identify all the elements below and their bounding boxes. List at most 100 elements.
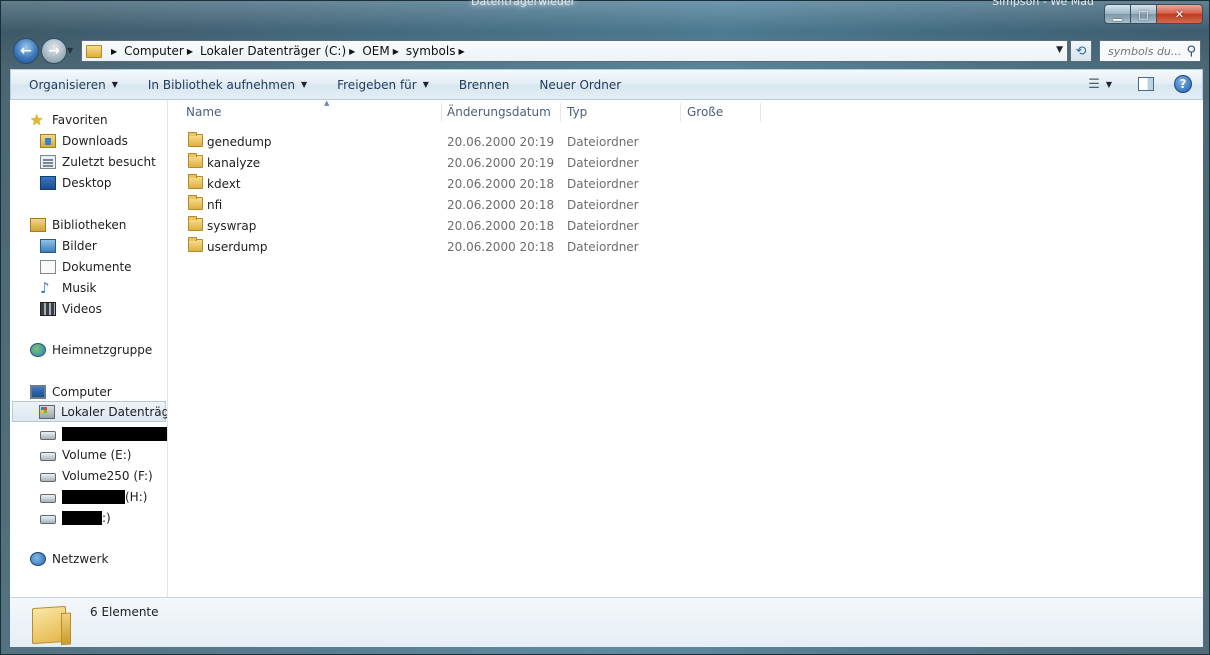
column-header-type[interactable]: Typ	[567, 100, 677, 124]
folder-icon	[188, 237, 203, 252]
nav-desktop[interactable]: Desktop	[40, 172, 112, 193]
downloads-folder-icon	[40, 133, 56, 148]
nav-volume-e[interactable]: Volume (E:)	[40, 444, 131, 465]
network-icon	[30, 551, 46, 566]
pictures-icon	[40, 238, 56, 253]
item-count: 6 Elemente	[90, 605, 159, 619]
back-button[interactable]: ←	[13, 38, 39, 64]
nav-pictures[interactable]: Bilder	[40, 235, 97, 256]
documents-icon	[40, 259, 56, 274]
nav-local-disk[interactable]: Lokaler Datenträger	[12, 401, 167, 422]
minimize-icon: ▁	[1113, 7, 1122, 21]
close-button[interactable]: ✕	[1157, 4, 1203, 24]
share-with-menu[interactable]: Freigeben für ▼	[307, 78, 429, 92]
navigation-pane[interactable]: ★ Favoriten Downloads Zuletzt besucht Des…	[10, 100, 168, 597]
minimize-button[interactable]: ▁	[1104, 4, 1131, 24]
nav-homegroup[interactable]: Heimnetzgruppe	[30, 339, 152, 360]
drive-icon	[40, 515, 56, 524]
nav-drive-redacted-2[interactable]: :)	[40, 507, 111, 528]
file-row[interactable]: genedump 20.06.2000 20:19 Dateiordner	[168, 131, 768, 152]
recent-places-icon	[40, 154, 56, 169]
window-title-background: Simpson - We Mad	[992, 0, 1094, 8]
view-details-icon[interactable]: ☰	[1088, 77, 1100, 92]
chevron-right-icon[interactable]: ▶	[349, 47, 355, 56]
breadcrumb-computer[interactable]: Computer	[124, 44, 184, 58]
nav-network[interactable]: Netzwerk	[30, 548, 108, 569]
nav-computer[interactable]: Computer	[30, 381, 112, 402]
column-divider[interactable]	[680, 103, 681, 122]
include-in-library-menu[interactable]: In Bibliothek aufnehmen ▼	[118, 78, 307, 92]
organize-menu[interactable]: Organisieren ▼	[11, 78, 118, 92]
column-header-size[interactable]: Große	[687, 100, 757, 124]
view-options-dropdown[interactable]: ▼	[1106, 80, 1112, 89]
address-bar[interactable]: ▶ Computer ▶ Lokaler Datenträger (C:) ▶ …	[81, 40, 1068, 62]
column-divider[interactable]	[560, 103, 561, 122]
help-icon[interactable]: ?	[1174, 75, 1192, 93]
nav-downloads[interactable]: Downloads	[40, 130, 128, 151]
nav-volume-f[interactable]: Volume250 (F:)	[40, 465, 153, 486]
file-list[interactable]: Name ▲ Änderungsdatum Typ Große genedump…	[168, 99, 1203, 597]
recent-pages-dropdown[interactable]: ▼	[67, 46, 73, 55]
search-input[interactable]	[1108, 44, 1184, 58]
chevron-right-icon[interactable]: ▶	[393, 47, 399, 56]
command-bar: Organisieren ▼ In Bibliothek aufnehmen ▼ F…	[10, 69, 1203, 100]
breadcrumb-oem[interactable]: OEM	[362, 44, 389, 58]
file-date: 20.06.2000 20:19	[447, 155, 555, 170]
file-name: syswrap	[207, 218, 257, 233]
address-history-dropdown[interactable]: ▼	[1056, 45, 1063, 55]
file-row[interactable]: kdext 20.06.2000 20:18 Dateiordner	[168, 173, 768, 194]
computer-icon	[30, 384, 46, 399]
file-date: 20.06.2000 20:19	[447, 134, 555, 149]
file-type: Dateiordner	[567, 239, 639, 254]
file-row[interactable]: nfi 20.06.2000 20:18 Dateiordner	[168, 194, 768, 215]
nav-recent-places[interactable]: Zuletzt besucht	[40, 151, 156, 172]
videos-icon	[40, 301, 56, 316]
breadcrumb-local-disk[interactable]: Lokaler Datenträger (C:)	[200, 44, 346, 58]
folder-icon	[86, 44, 102, 58]
column-header-name[interactable]: Name ▲	[186, 99, 441, 124]
folder-icon	[188, 153, 203, 168]
file-date: 20.06.2000 20:18	[447, 197, 555, 212]
nav-drive-redacted-1[interactable]	[40, 423, 167, 444]
window-title: Datenträgerwieder	[471, 0, 576, 8]
maximize-icon: □	[1138, 7, 1149, 21]
preview-pane-icon[interactable]	[1138, 77, 1154, 91]
file-row[interactable]: userdump 20.06.2000 20:18 Dateiordner	[168, 236, 768, 257]
column-header-modified[interactable]: Änderungsdatum	[447, 100, 559, 124]
refresh-button[interactable]: ⟲	[1070, 40, 1092, 62]
nav-drive-h[interactable]: (H:)	[40, 486, 147, 507]
file-name: nfi	[207, 197, 223, 212]
folder-icon	[188, 174, 203, 189]
chevron-right-icon[interactable]: ▶	[458, 47, 464, 56]
music-icon: ♪	[40, 278, 50, 297]
file-row[interactable]: syswrap 20.06.2000 20:18 Dateiordner	[168, 215, 768, 236]
file-row[interactable]: kanalyze 20.06.2000 20:19 Dateiordner	[168, 152, 768, 173]
search-icon[interactable]: ⚲	[1186, 44, 1196, 59]
nav-libraries[interactable]: Bibliotheken	[30, 214, 126, 235]
arrow-left-icon: ←	[20, 43, 32, 59]
column-divider[interactable]	[441, 103, 442, 122]
chevron-right-icon[interactable]: ▶	[187, 47, 193, 56]
file-name: kanalyze	[207, 155, 261, 170]
breadcrumb-symbols[interactable]: symbols	[406, 44, 456, 58]
search-box[interactable]: ⚲	[1099, 40, 1201, 62]
nav-favorites[interactable]: ★ Favoriten	[30, 109, 108, 130]
refresh-icon: ⟲	[1075, 43, 1087, 59]
homegroup-icon	[30, 342, 46, 357]
file-name: kdext	[207, 176, 241, 191]
chevron-right-icon[interactable]: ▶	[111, 47, 117, 56]
folder-icon	[188, 216, 203, 231]
star-icon: ★	[30, 110, 44, 129]
new-folder-button[interactable]: Neuer Ordner	[509, 78, 621, 92]
close-icon: ✕	[1174, 7, 1185, 21]
maximize-button[interactable]: □	[1131, 4, 1157, 24]
column-divider[interactable]	[760, 103, 761, 122]
nav-videos[interactable]: Videos	[40, 298, 102, 319]
forward-button[interactable]: →	[41, 38, 67, 64]
nav-music[interactable]: ♪ Musik	[40, 277, 97, 298]
burn-button[interactable]: Brennen	[429, 78, 509, 92]
arrow-right-icon: →	[48, 43, 60, 59]
title-bar[interactable]: Datenträgerwieder Simpson - We Mad ▁ □ ✕	[1, 0, 1209, 31]
nav-documents[interactable]: Dokumente	[40, 256, 132, 277]
file-name: genedump	[207, 134, 272, 149]
